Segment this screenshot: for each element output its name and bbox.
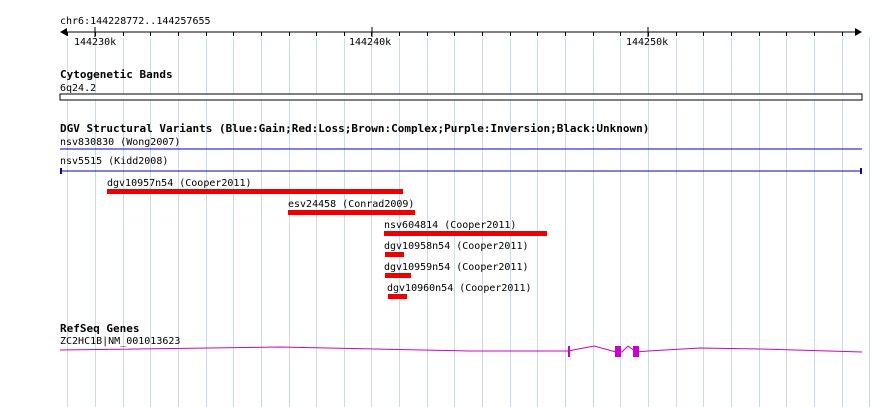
gene-exon[interactable] xyxy=(568,346,570,357)
ruler-minor-ticks xyxy=(67,32,843,36)
ruler-tick-label: 144240k xyxy=(349,37,391,48)
region-label: chr6:144228772..144257655 xyxy=(60,16,211,27)
variant-label: nsv830830 (Wong2007) xyxy=(60,137,180,148)
cytoband-track-title[interactable]: Cytogenetic Bands xyxy=(60,68,173,81)
variant-feature-loss[interactable] xyxy=(385,273,411,278)
gene-exon[interactable] xyxy=(633,346,639,357)
variant-label: dgv10958n54 (Cooper2011) xyxy=(384,241,529,252)
variant-feature-gain[interactable] xyxy=(60,168,862,174)
ruler-tick-label: 144250k xyxy=(626,37,668,48)
scroll-left-arrow-icon[interactable] xyxy=(60,28,67,36)
ruler[interactable]: 144230k 144240k 144250k xyxy=(60,27,862,48)
ruler-tick-label: 144230k xyxy=(74,37,116,48)
gene-model[interactable] xyxy=(59,345,863,357)
gene-label: ZC2HC1B|NM_001013623 xyxy=(60,336,180,347)
dgv-track-title[interactable]: DGV Structural Variants (Blue:Gain;Red:L… xyxy=(60,122,649,135)
variant-feature-loss[interactable] xyxy=(385,252,404,257)
scroll-right-arrow-icon[interactable] xyxy=(855,28,862,36)
variant-feature-loss[interactable] xyxy=(288,210,415,215)
cytoband-label: 6q24.2 xyxy=(60,83,96,94)
variant-feature-loss[interactable] xyxy=(107,189,403,194)
variant-label: dgv10957n54 (Cooper2011) xyxy=(107,178,252,189)
variant-feature-loss[interactable] xyxy=(388,294,407,299)
variant-label: esv24458 (Conrad2009) xyxy=(288,199,414,210)
gene-exon[interactable] xyxy=(615,346,621,357)
genome-browser-view: chr6:144228772..144257655 144230k 144240… xyxy=(0,0,890,407)
refseq-track-title[interactable]: RefSeq Genes xyxy=(60,322,139,335)
variant-feature-loss[interactable] xyxy=(384,231,547,236)
variant-label: nsv5515 (Kidd2008) xyxy=(60,156,168,167)
browser-canvas: chr6:144228772..144257655 144230k 144240… xyxy=(59,16,870,407)
cytoband-bar[interactable] xyxy=(59,93,863,101)
variant-label: dgv10960n54 (Cooper2011) xyxy=(387,283,532,294)
variant-label: nsv604814 (Cooper2011) xyxy=(384,220,516,231)
variant-label: dgv10959n54 (Cooper2011) xyxy=(384,262,529,273)
